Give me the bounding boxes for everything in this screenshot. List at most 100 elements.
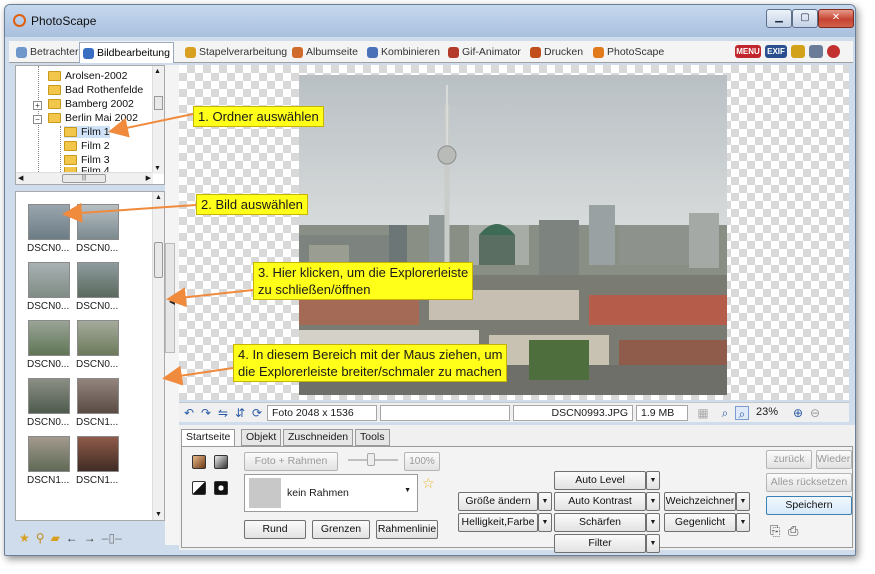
zoom-actual-icon[interactable]: ⌕ [735,405,749,421]
scroll-left-icon[interactable]: ◀ [18,174,23,182]
flip-horizontal-icon[interactable]: ⇋ [216,406,230,420]
reset-all-button[interactable]: Alles rücksetzen [766,473,852,492]
tab-gif-animator[interactable]: Gif-Animator [445,43,524,61]
thumbnail-image[interactable] [28,378,70,414]
new-page-icon[interactable]: ⎘ [770,523,780,539]
help-icon[interactable] [827,45,840,58]
undo-button[interactable]: zurück [766,450,812,469]
rotate-right-icon[interactable]: ↷ [199,406,213,420]
thumbnail-image[interactable] [28,204,70,240]
windows-icon[interactable] [809,45,823,58]
thumbnail-list[interactable]: DSCN0... DSCN0... DSCN0... DSCN0... DSCN0...… [15,191,165,521]
tab-zuschneiden[interactable]: Zuschneiden [283,429,354,446]
save-button[interactable]: Speichern [766,496,852,515]
frame-style-2-icon[interactable] [214,455,228,469]
tree-item-selected[interactable]: Film 1 [64,126,110,138]
thumbnail-image[interactable] [77,204,119,240]
frame-style-3-icon[interactable] [192,481,206,495]
brightness-dropdown-icon[interactable]: ▼ [538,513,552,532]
tree-vertical-scrollbar[interactable]: ▲ ▼ [152,66,164,174]
thumbnail-size-slider[interactable]: –▯– [102,531,122,545]
printer-icon[interactable]: ⎙ [788,523,798,539]
filter-dropdown-icon[interactable]: ▼ [646,534,660,553]
tab-startseite[interactable]: Startseite [181,429,236,447]
refresh-icon[interactable]: ⟳ [250,406,264,420]
checker-icon[interactable]: ▦ [696,406,710,420]
tree-item[interactable]: Arolsen-2002 [48,70,127,82]
slider-thumb[interactable] [367,453,375,466]
scroll-down-icon[interactable]: ▼ [154,165,161,172]
backlight-dropdown-icon[interactable]: ▼ [736,513,750,532]
tab-drucken[interactable]: Drucken [527,43,586,61]
auto-level-dropdown-icon[interactable]: ▼ [646,471,660,490]
backlight-button[interactable]: Gegenlicht [664,513,736,532]
favorite-star-icon[interactable]: ★ [19,531,30,545]
thumbnail-image[interactable] [77,436,119,472]
tree-item[interactable]: Berlin Mai 2002 [48,112,138,124]
menu-button[interactable]: MENU [735,45,761,58]
open-folder-icon[interactable]: ▰ [51,531,60,545]
thumbnail-image[interactable] [77,378,119,414]
round-button[interactable]: Rund [244,520,306,539]
soften-dropdown-icon[interactable]: ▼ [736,492,750,511]
tab-photoscape[interactable]: PhotoScape [590,43,667,61]
frame-style-4-icon[interactable] [214,481,228,495]
close-button[interactable]: ✕ [818,9,854,28]
forward-arrow-icon[interactable]: → [84,531,96,545]
flip-vertical-icon[interactable]: ⇵ [233,406,247,420]
zoom-out-icon[interactable]: ⊖ [808,406,822,420]
tree-expander-berlin[interactable]: − [33,115,42,124]
thumbnail-image[interactable] [28,262,70,298]
resize-dropdown-icon[interactable]: ▼ [538,492,552,511]
thumbnail-scroll-thumb[interactable] [154,242,163,278]
scroll-right-icon[interactable]: ▶ [146,174,151,182]
tab-objekt[interactable]: Objekt [241,429,282,446]
resize-button[interactable]: Größe ändern [458,492,538,511]
tree-horizontal-scrollbar[interactable]: ◀ ||| ▶ [16,172,153,184]
tab-stapelverarbeitung[interactable]: Stapelverarbeitung [182,43,290,61]
opacity-field[interactable]: 100% [404,452,440,471]
sharpen-button[interactable]: Schärfen [554,513,646,532]
chevron-down-icon[interactable]: ▼ [404,487,411,494]
thumbnail-image[interactable] [77,262,119,298]
photo-frame-button[interactable]: Foto + Rahmen [244,452,338,471]
filter-button[interactable]: Filter [554,534,646,553]
thumbnail-image[interactable] [28,320,70,356]
tree-scroll-thumb[interactable] [154,96,163,110]
tab-bildbearbeitung[interactable]: Bildbearbeitung [79,42,174,63]
auto-level-button[interactable]: Auto Level [554,471,646,490]
soften-button[interactable]: Weichzeichner [664,492,736,511]
redo-button[interactable]: Wiederh [816,450,852,469]
scroll-up-icon[interactable]: ▲ [154,68,161,75]
favorite-frame-star-icon[interactable]: ☆ [422,475,435,492]
frame-select[interactable]: kein Rahmen ▼ [244,474,418,512]
tree-hscroll-thumb[interactable]: ||| [62,174,106,183]
scroll-up-icon[interactable]: ▲ [155,194,162,201]
thumbnail-image[interactable] [77,320,119,356]
tree-item[interactable]: Bad Rothenfelde [48,84,143,96]
brightness-color-button[interactable]: Helligkeit,Farbe [458,513,538,532]
frame-line-button[interactable]: Rahmenlinie [376,520,438,539]
tree-item[interactable]: Film 2 [64,140,110,152]
auto-contrast-button[interactable]: Auto Kontrast [554,492,646,511]
thumbnail-scrollbar[interactable]: ▲ ▼ [152,192,164,520]
frame-style-1-icon[interactable] [192,455,206,469]
rotate-left-icon[interactable]: ↶ [182,406,196,420]
favorites-folder-icon[interactable]: ⚲ [36,531,45,545]
tab-kombinieren[interactable]: Kombinieren [364,43,443,61]
scroll-down-icon[interactable]: ▼ [155,511,162,518]
zoom-in-icon[interactable]: ⊕ [791,406,805,420]
explorer-splitter[interactable]: ◀ [165,65,179,545]
tree-item[interactable]: Film 3 [64,154,110,166]
borders-button[interactable]: Grenzen [312,520,370,539]
tree-expander-bamberg[interactable]: + [33,101,42,110]
exif-button[interactable]: EXIF [765,45,787,58]
tree-item[interactable]: Bamberg 2002 [48,98,134,110]
info-icon[interactable] [791,45,805,58]
collapse-explorer-button[interactable]: ◀ [167,297,177,311]
folder-tree[interactable]: + − Arolsen-2002 Bad Rothenfelde Bamberg… [15,65,165,185]
back-arrow-icon[interactable]: ← [66,531,78,545]
tab-albumseite[interactable]: Albumseite [289,43,361,61]
tab-tools[interactable]: Tools [355,429,390,446]
thumbnail-image[interactable] [28,436,70,472]
